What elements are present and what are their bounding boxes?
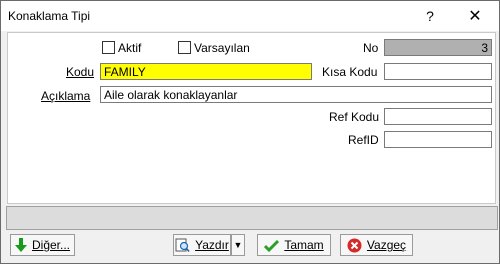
vazgec-label: Vazgeç — [366, 238, 407, 252]
aciklama-input[interactable]: Aile olarak konaklayanlar — [100, 86, 492, 103]
status-bar — [6, 206, 498, 230]
varsayilan-checkbox[interactable] — [178, 41, 191, 54]
no-label: No — [363, 41, 379, 55]
help-button[interactable]: ? — [408, 1, 452, 31]
close-button[interactable]: ✕ — [453, 1, 497, 31]
aktif-checkbox[interactable] — [102, 41, 115, 54]
refid-input[interactable] — [384, 131, 492, 148]
form-panel: Aktif Varsayılan No 3 Kodu FAMILY Kısa K… — [7, 32, 496, 204]
title-bar[interactable]: Konaklama Tipi ? ✕ — [1, 1, 499, 31]
kodu-label: Kodu — [66, 65, 95, 79]
varsayilan-label: Varsayılan — [194, 41, 250, 55]
print-preview-icon — [175, 238, 190, 252]
kisa-kodu-label: Kısa Kodu — [322, 65, 378, 79]
ref-kodu-label: Ref Kodu — [329, 110, 380, 124]
vazgec-button[interactable]: Vazgeç — [340, 234, 413, 256]
tamam-label: Tamam — [284, 238, 324, 252]
red-x-icon — [347, 238, 362, 252]
kisa-kodu-input[interactable] — [384, 63, 492, 80]
yazdir-button[interactable]: Yazdır — [173, 234, 231, 256]
yazdir-label: Yazdır — [195, 238, 229, 252]
refid-label: RefID — [348, 133, 379, 147]
green-check-icon — [264, 239, 280, 252]
aktif-label: Aktif — [118, 41, 142, 55]
window-title: Konaklama Tipi — [8, 9, 91, 23]
tamam-button[interactable]: Tamam — [257, 234, 331, 256]
yazdir-dropdown-button[interactable]: ▼ — [231, 234, 245, 256]
no-field: 3 — [384, 39, 492, 56]
diger-label: Diğer... — [31, 238, 70, 252]
kodu-input[interactable]: FAMILY — [100, 63, 312, 80]
dialog-window: Konaklama Tipi ? ✕ Aktif Varsayılan No 3… — [0, 0, 500, 264]
aciklama-label: Açıklama — [41, 89, 91, 103]
diger-button[interactable]: Diğer... — [10, 234, 75, 256]
ref-kodu-input[interactable] — [384, 108, 492, 125]
chevron-down-icon: ▼ — [233, 240, 243, 250]
green-down-arrow-icon — [14, 238, 27, 252]
